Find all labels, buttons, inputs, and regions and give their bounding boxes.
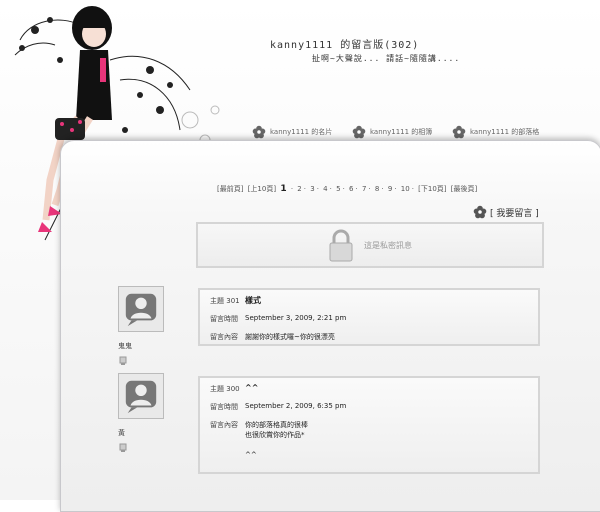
- time-label: 留言時間: [210, 403, 238, 411]
- message-number: 301: [226, 297, 240, 305]
- content-line: ^^: [245, 451, 257, 459]
- content-label: 留言內容: [210, 333, 238, 341]
- pager-sep: ·: [290, 185, 294, 193]
- nav-card-label: kanny1111 的名片: [270, 128, 333, 136]
- flower-icon: [452, 125, 466, 139]
- pager-page-9[interactable]: 9: [388, 185, 392, 193]
- message-subject: 樣式: [245, 296, 261, 305]
- message-card: 主題 300 ^^ 留言時間 September 2, 2009, 6:35 p…: [198, 376, 540, 474]
- content-line: 也很欣賞你的作品*: [245, 431, 305, 439]
- message-content: 謝謝你的樣式囉~你的很漂亮: [245, 333, 335, 341]
- nav-album-label: kanny1111 的相簿: [370, 128, 433, 136]
- time-label: 留言時間: [210, 315, 238, 323]
- message-time: September 3, 2009, 2:21 pm: [245, 314, 347, 322]
- message-subject: ^^: [245, 383, 259, 392]
- message-content: 你的部落格真的很棒 也很欣賞你的作品* ^^: [245, 420, 308, 460]
- pager-page-2[interactable]: 2: [297, 185, 301, 193]
- pager-current: 1: [280, 184, 287, 194]
- user-small-icon[interactable]: [118, 356, 128, 366]
- author-name[interactable]: 黃: [118, 428, 166, 438]
- message-time: September 2, 2009, 6:35 pm: [245, 402, 347, 410]
- pagination: [最前頁] [上10頁] 1 · 2 · 3 · 4 · 5 · 6 · 7 · 8 · 9 ·…: [217, 184, 478, 194]
- message-card: 主題 301 樣式 留言時間 September 3, 2009, 2:21 p…: [198, 288, 540, 346]
- avatar[interactable]: [118, 373, 164, 419]
- message-author-block: 鬼鬼: [118, 286, 166, 370]
- default-avatar-icon: [125, 380, 157, 414]
- pager-page-8[interactable]: 8: [375, 185, 379, 193]
- content-line: 你的部落格真的很棒: [245, 421, 308, 429]
- pager-page-4[interactable]: 4: [323, 185, 327, 193]
- pager-page-6[interactable]: 6: [349, 185, 353, 193]
- private-message-text: 這是私密訊息: [364, 240, 412, 250]
- subject-label: 主題: [210, 297, 224, 305]
- avatar[interactable]: [118, 286, 164, 332]
- leave-message-label: [ 我要留言 ]: [490, 208, 539, 219]
- pager-page-3[interactable]: 3: [310, 185, 314, 193]
- pager-page-10[interactable]: 10: [401, 185, 410, 193]
- nav-blog-link[interactable]: kanny1111 的部落格: [452, 125, 539, 139]
- pager-last[interactable]: [最後頁]: [451, 185, 477, 193]
- flower-icon: [473, 205, 487, 219]
- nav-card-link[interactable]: kanny1111 的名片: [252, 125, 332, 139]
- author-name[interactable]: 鬼鬼: [118, 341, 166, 351]
- flower-icon: [352, 125, 366, 139]
- board-title: kanny1111 的留言版(302): [270, 40, 420, 51]
- default-avatar-icon: [125, 293, 157, 327]
- pager-page-7[interactable]: 7: [362, 185, 366, 193]
- private-message-box: 這是私密訊息: [196, 222, 544, 268]
- nav-album-link[interactable]: kanny1111 的相簿: [352, 125, 432, 139]
- user-small-icon[interactable]: [118, 443, 128, 453]
- message-number: 300: [226, 385, 240, 393]
- pager-page-5[interactable]: 5: [336, 185, 340, 193]
- profile-nav: kanny1111 的名片 kanny1111 的相簿 kanny1111 的部…: [252, 125, 592, 139]
- nav-blog-label: kanny1111 的部落格: [470, 128, 540, 136]
- message-author-block: 黃: [118, 373, 166, 457]
- leave-message-button[interactable]: [ 我要留言 ]: [473, 205, 539, 219]
- pager-first[interactable]: [最前頁]: [217, 185, 243, 193]
- content-label: 留言內容: [210, 421, 238, 429]
- lock-icon: [329, 229, 353, 262]
- flower-icon: [252, 125, 266, 139]
- board-subtitle: 扯啊~大聲說... 請話~隨隨講....: [312, 54, 461, 63]
- pager-next10[interactable]: [下10頁]: [418, 185, 446, 193]
- content-line: [245, 440, 308, 450]
- subject-label: 主題: [210, 385, 224, 393]
- pager-prev10[interactable]: [上10頁]: [248, 185, 276, 193]
